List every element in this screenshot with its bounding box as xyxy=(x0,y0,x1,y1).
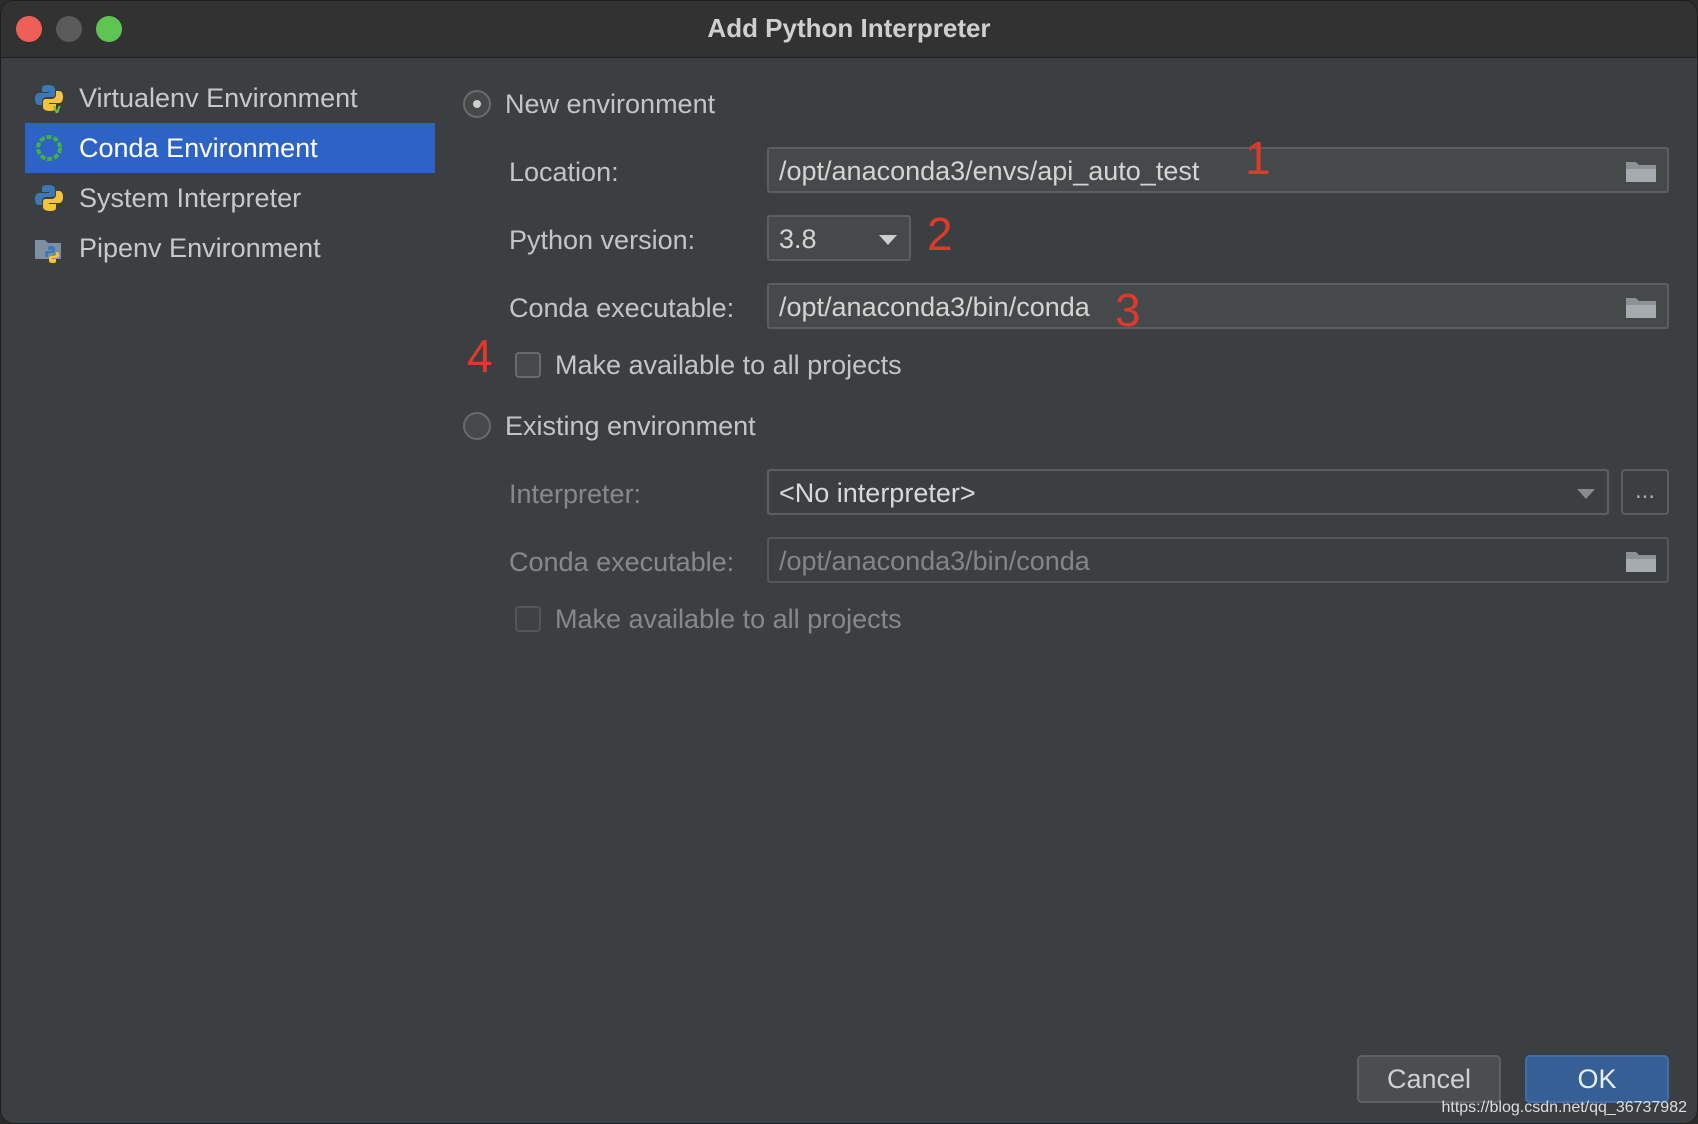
location-field[interactable]: /opt/anaconda3/envs/api_auto_test xyxy=(767,147,1669,193)
folder-icon[interactable] xyxy=(1625,295,1657,319)
python-version-select[interactable]: 3.8 xyxy=(767,215,911,261)
location-value: /opt/anaconda3/envs/api_auto_test xyxy=(779,156,1200,186)
sidebar-item-virtualenv[interactable]: v Virtualenv Environment xyxy=(25,73,435,123)
folder-icon[interactable] xyxy=(1625,159,1657,183)
existing-conda-executable-value: /opt/anaconda3/bin/conda xyxy=(779,546,1090,576)
annotation-3: 3 xyxy=(1115,284,1141,336)
location-label: Location: xyxy=(509,157,619,187)
cancel-button[interactable]: Cancel xyxy=(1357,1055,1501,1103)
add-python-interpreter-dialog: Add Python Interpreter v Virtualenv Envi… xyxy=(0,0,1698,1124)
existing-make-available-checkbox[interactable] xyxy=(515,606,541,632)
make-available-checkbox[interactable] xyxy=(515,352,541,378)
chevron-down-icon xyxy=(879,235,897,245)
pipenv-icon xyxy=(35,240,61,263)
new-environment-radio[interactable] xyxy=(463,90,491,118)
sidebar-item-pipenv[interactable]: Pipenv Environment xyxy=(25,223,435,273)
sidebar-item-label: Conda Environment xyxy=(79,132,318,163)
sidebar-item-system-interpreter[interactable]: System Interpreter xyxy=(25,173,435,223)
sidebar-item-label: Pipenv Environment xyxy=(79,232,321,263)
new-environment-label: New environment xyxy=(505,89,716,119)
annotation-1: 1 xyxy=(1245,132,1271,184)
sidebar-item-label: System Interpreter xyxy=(79,182,302,213)
annotation-4: 4 xyxy=(467,330,493,382)
python-version-value: 3.8 xyxy=(779,224,817,254)
existing-environment-label: Existing environment xyxy=(505,411,756,441)
browse-interpreter-button[interactable]: ... xyxy=(1621,469,1669,515)
make-available-label: Make available to all projects xyxy=(555,350,902,380)
svg-text:v: v xyxy=(53,102,61,114)
chevron-down-icon xyxy=(1577,489,1595,499)
sidebar-item-conda[interactable]: Conda Environment xyxy=(25,123,435,173)
python-version-label: Python version: xyxy=(509,225,696,255)
existing-conda-executable-field[interactable]: /opt/anaconda3/bin/conda xyxy=(767,537,1669,583)
interpreter-select[interactable]: <No interpreter> xyxy=(767,469,1609,515)
existing-environment-radio[interactable] xyxy=(463,412,491,440)
radio-selected-dot xyxy=(473,100,481,108)
title-bar: Add Python Interpreter xyxy=(1,1,1697,58)
watermark-text: https://blog.csdn.net/qq_36737982 xyxy=(1441,1099,1687,1116)
python-virtualenv-icon: v xyxy=(35,85,63,114)
conda-executable-field[interactable]: /opt/anaconda3/bin/conda xyxy=(767,283,1669,329)
existing-make-available-label: Make available to all projects xyxy=(555,604,902,634)
python-icon xyxy=(35,185,63,211)
sidebar-item-label: Virtualenv Environment xyxy=(79,82,358,113)
conda-executable-label: Conda executable: xyxy=(509,293,735,323)
folder-icon[interactable] xyxy=(1625,549,1657,573)
existing-conda-executable-label: Conda executable: xyxy=(509,547,735,577)
conda-executable-value: /opt/anaconda3/bin/conda xyxy=(779,292,1090,322)
interpreter-value: <No interpreter> xyxy=(779,478,976,508)
conda-icon xyxy=(36,135,62,161)
interpreter-label: Interpreter: xyxy=(509,479,642,509)
annotation-2: 2 xyxy=(927,208,953,260)
dialog-title: Add Python Interpreter xyxy=(707,13,991,43)
environment-type-list: v Virtualenv Environment Conda Environme… xyxy=(25,73,435,273)
ok-button[interactable]: OK xyxy=(1525,1055,1669,1103)
